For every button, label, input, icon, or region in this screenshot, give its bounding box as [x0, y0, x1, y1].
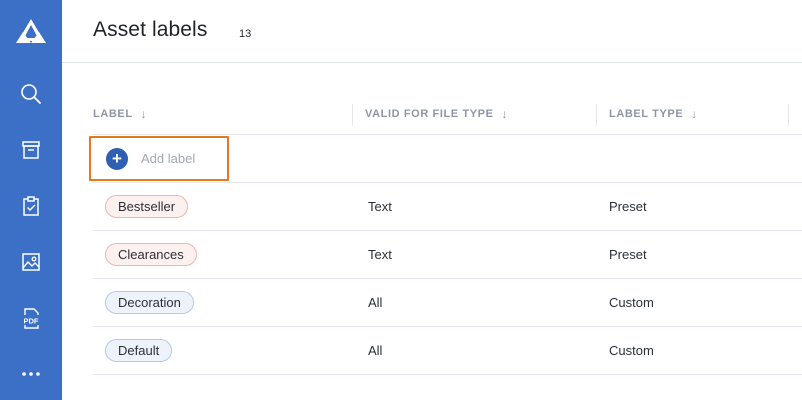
label-cell: Decoration: [105, 279, 194, 326]
column-header-label[interactable]: LABEL ↓: [93, 94, 147, 134]
label-count: 13: [239, 28, 252, 40]
label-type-cell: Custom: [609, 295, 654, 310]
main-content: Asset labels 13 LABEL ↓ VALID FOR FILE T…: [62, 0, 802, 400]
table-row[interactable]: Default All Custom: [93, 327, 802, 375]
label-tag[interactable]: Default: [105, 339, 173, 362]
image-icon[interactable]: [0, 242, 62, 282]
search-icon[interactable]: [0, 74, 62, 114]
label-tag[interactable]: Bestseller: [105, 195, 189, 218]
page-header: Asset labels 13: [62, 0, 802, 63]
table-row[interactable]: Clearances Text Preset: [93, 231, 802, 279]
sort-down-icon: ↓: [501, 107, 509, 121]
clipboard-check-icon[interactable]: [0, 186, 62, 226]
column-header-text: LABEL: [93, 108, 133, 120]
add-label-text: Add label: [141, 151, 196, 166]
label-cell: Clearances: [105, 231, 197, 278]
table-row[interactable]: Decoration All Custom: [93, 279, 802, 327]
logo-icon[interactable]: [0, 12, 62, 52]
table-header: LABEL ↓ VALID FOR FILE TYPE ↓ LABEL TYPE…: [93, 94, 802, 135]
column-divider: [352, 104, 353, 126]
plus-icon: +: [106, 147, 128, 170]
pdf-icon[interactable]: PDF: [0, 298, 62, 338]
table-row[interactable]: Bestseller Text Preset: [93, 183, 802, 231]
column-header-file-type[interactable]: VALID FOR FILE TYPE ↓: [365, 94, 508, 134]
label-cell: Default: [105, 327, 173, 374]
label-cell: Bestseller: [105, 183, 189, 230]
file-type-cell: All: [368, 343, 383, 358]
more-icon[interactable]: [0, 354, 62, 394]
column-header-label-type[interactable]: LABEL TYPE ↓: [609, 94, 698, 134]
label-type-cell: Preset: [609, 199, 647, 214]
label-tag[interactable]: Clearances: [105, 243, 197, 266]
sort-down-icon: ↓: [140, 107, 148, 121]
archive-box-icon[interactable]: [0, 130, 62, 170]
file-type-cell: Text: [368, 247, 392, 262]
sort-down-icon: ↓: [691, 107, 698, 121]
label-type-cell: Preset: [609, 247, 647, 262]
sidebar: PDF: [0, 0, 62, 400]
label-tag[interactable]: Decoration: [105, 291, 194, 314]
column-header-text: VALID FOR FILE TYPE: [365, 108, 494, 120]
file-type-cell: Text: [368, 199, 392, 214]
label-type-cell: Custom: [609, 343, 654, 358]
add-label-button[interactable]: + Add label: [89, 136, 229, 181]
column-header-text: LABEL TYPE: [609, 108, 684, 120]
column-divider: [596, 104, 597, 126]
page-title: Asset labels: [93, 18, 208, 41]
add-label-row: + Add label: [89, 135, 802, 183]
column-divider: [788, 104, 789, 126]
pdf-icon-label: PDF: [24, 317, 39, 326]
file-type-cell: All: [368, 295, 383, 310]
